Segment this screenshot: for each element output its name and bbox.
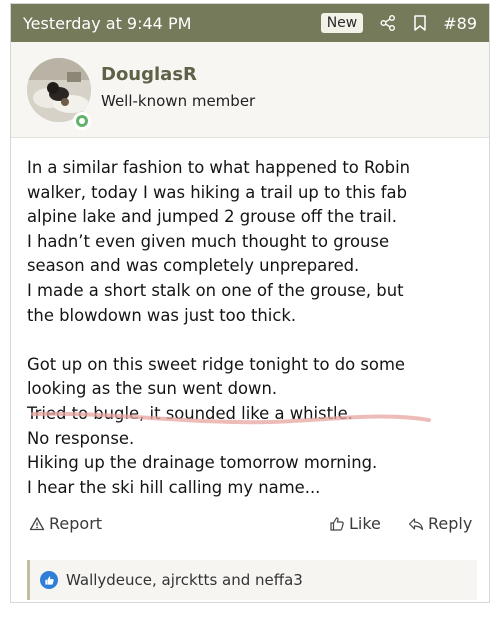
reply-button[interactable]: Reply bbox=[408, 514, 472, 533]
warning-icon bbox=[29, 516, 45, 530]
message-line: Got up on this sweet ridge tonight to do… bbox=[27, 354, 406, 374]
reply-label: Reply bbox=[428, 514, 473, 533]
post-number-link[interactable]: #89 bbox=[443, 14, 477, 33]
author-role: Well-known member bbox=[101, 92, 256, 110]
like-label: Like bbox=[349, 514, 381, 533]
message-line: season and was completely unprepared. bbox=[27, 256, 360, 276]
reactions-bar[interactable]: Wallydeuce, ajrcktts and neffa3 bbox=[27, 560, 477, 600]
like-reaction-icon bbox=[40, 571, 58, 589]
post-actions: Report Like Reply bbox=[11, 514, 489, 540]
post-header-bar: Yesterday at 9:44 PM New #89 bbox=[11, 4, 489, 42]
message-line: I made a short stalk on one of the grous… bbox=[27, 280, 404, 300]
message-line: looking as the sun went down. bbox=[27, 379, 278, 399]
author-username[interactable]: DouglasR bbox=[101, 64, 197, 85]
report-link[interactable]: Report bbox=[29, 514, 102, 533]
message-line: Hiking up the drainage tomorrow morning. bbox=[27, 453, 378, 473]
thumbs-up-icon bbox=[330, 516, 344, 531]
message-line: the blowdown was just too thick. bbox=[27, 305, 297, 325]
paragraph-break bbox=[27, 328, 483, 353]
share-icon[interactable] bbox=[379, 14, 397, 32]
reactions-users[interactable]: Wallydeuce, ajrcktts and neffa3 bbox=[66, 571, 303, 589]
highlight-underline-annotation bbox=[31, 411, 431, 425]
message-line: I hear the ski hill calling my name... bbox=[27, 477, 321, 497]
message-line: In a similar fashion to what happened to… bbox=[27, 158, 411, 177]
message-line: walker, today I was hiking a trail up to… bbox=[27, 182, 407, 202]
message-line: I hadn’t even given much thought to grou… bbox=[27, 231, 390, 251]
like-button[interactable]: Like bbox=[329, 514, 381, 533]
message-body: In a similar fashion to what happened to… bbox=[27, 156, 483, 500]
message-line: alpine lake and jumped 2 grouse off the … bbox=[27, 207, 397, 227]
online-status-indicator bbox=[73, 112, 91, 130]
bookmark-icon[interactable] bbox=[411, 14, 429, 32]
author-block: DouglasR Well-known member bbox=[11, 42, 489, 138]
report-label: Report bbox=[49, 514, 103, 533]
reply-arrow-icon bbox=[408, 517, 424, 530]
post-container: Yesterday at 9:44 PM New #89 DouglasR We… bbox=[10, 3, 490, 603]
post-timestamp[interactable]: Yesterday at 9:44 PM bbox=[23, 14, 321, 33]
new-badge: New bbox=[320, 13, 364, 33]
